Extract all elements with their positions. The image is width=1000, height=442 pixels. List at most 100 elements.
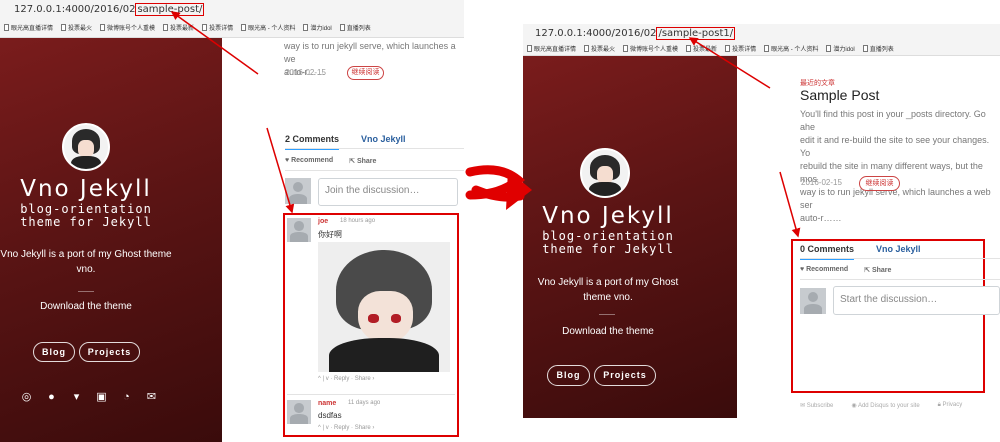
page-icon <box>527 45 532 52</box>
subscribe-link[interactable]: ✉ Subscribe <box>800 402 833 409</box>
bookmark-item[interactable]: 投票最新 <box>686 44 717 53</box>
comment-author[interactable]: name <box>318 400 336 407</box>
sidebar: Vno Jekyll blog-orientation theme for Je… <box>523 56 737 418</box>
disqus-divider <box>800 279 1000 280</box>
google-plus-icon[interactable]: ▣ <box>95 392 108 403</box>
bookmark-item[interactable]: 投票最火 <box>61 23 92 32</box>
recommend-button[interactable]: ♥ Recommend <box>800 266 848 274</box>
site-subtitle: blog-orientation theme for Jekyll <box>20 202 152 229</box>
add-disqus-label: Add Disqus to your site <box>857 403 920 409</box>
post-title[interactable]: Sample Post <box>800 87 879 103</box>
download-link[interactable]: Download the theme <box>523 326 693 337</box>
share-icon: ⇱ <box>864 267 872 274</box>
bookmark-item[interactable]: 眼光高直播详情 <box>527 44 576 53</box>
avatar <box>62 123 110 171</box>
left-screenshot: 127.0.0.1:4000/2016/02 sample-post/ 眼光高直播… <box>0 0 464 442</box>
url-prefix: 127.0.0.1:4000/2016/02 <box>535 28 657 39</box>
blog-button[interactable]: Blog <box>33 342 75 362</box>
bookmark-item[interactable]: 投票详情 <box>202 23 233 32</box>
site-subtitle: blog-orientation theme for Jekyll <box>542 229 674 256</box>
bookmark-label: 投票详情 <box>209 26 234 32</box>
page-icon <box>4 24 9 31</box>
read-more-button[interactable]: 继续阅读 <box>859 176 900 191</box>
read-more-button[interactable]: 继续阅读 <box>347 66 384 80</box>
post-excerpt: You'll find this post in your _posts dir… <box>800 108 1000 225</box>
excerpt-line: way is to run jekyll serve, which launch… <box>284 41 456 65</box>
comment-image[interactable] <box>318 242 450 372</box>
address-bar[interactable]: 127.0.0.1:4000/2016/02 sample-post/ 眼光高直播… <box>0 0 464 38</box>
comment-time[interactable]: 18 hours ago <box>340 218 375 224</box>
share-button[interactable]: ⇱ Share <box>349 157 376 165</box>
site-description: Vno Jekyll is a port of my Ghost theme v… <box>0 249 172 275</box>
blog-button[interactable]: Blog <box>547 365 590 386</box>
page-icon <box>862 45 868 52</box>
mail-icon: ✉ <box>800 403 807 409</box>
bookmark-item[interactable]: 投票最新 <box>163 23 194 32</box>
page-icon <box>100 24 106 31</box>
recommend-button[interactable]: ♥ Recommend <box>285 157 333 165</box>
disqus-actions: ♥ Recommend ⇱ Share <box>285 157 376 165</box>
bookmark-label: 潜力idol <box>310 26 332 32</box>
projects-button[interactable]: Projects <box>594 365 656 386</box>
bookmark-item[interactable]: 微博账号个人重模 <box>100 23 155 32</box>
comment-input[interactable]: Start the discussion… <box>833 286 1000 315</box>
sidebar-divider <box>599 314 615 315</box>
add-disqus-link[interactable]: ◉ Add Disqus to your site <box>851 402 919 409</box>
site-title[interactable]: Vno Jekyll <box>0 176 172 202</box>
rss-icon[interactable]: ◔ <box>120 392 133 403</box>
url-highlight: /sample-post1/ <box>656 27 736 40</box>
bookmark-item[interactable]: 投票详情 <box>725 44 756 53</box>
right-screenshot: 127.0.0.1:4000/2016/02/sample-post1/ 眼光高… <box>523 24 1000 442</box>
comment-meta[interactable]: ^ | v · Reply · Share › <box>318 376 374 382</box>
twitter-icon[interactable]: ▾ <box>70 392 83 403</box>
excerpt-line: way is to run jekyll serve, which launch… <box>800 187 991 211</box>
weibo-icon[interactable]: ◎ <box>20 392 33 403</box>
bookmark-item[interactable]: 微博账号个人重模 <box>623 44 678 53</box>
download-link[interactable]: Download the theme <box>0 301 172 312</box>
page-icon <box>163 24 169 31</box>
github-icon[interactable]: ● <box>45 392 58 403</box>
comment-avatar <box>287 400 311 424</box>
bookmark-item[interactable]: 眼光高直播详情 <box>4 23 53 32</box>
bookmark-item[interactable]: 潜力idol <box>826 44 855 53</box>
bookmark-item[interactable]: 直播列表 <box>862 44 894 53</box>
bookmark-item[interactable]: 眼光高 - 个人资料 <box>241 23 295 32</box>
comment-author[interactable]: joe <box>318 218 328 225</box>
bookmark-label: 眼光高直播详情 <box>534 47 577 53</box>
bookmark-item[interactable]: 直播列表 <box>339 23 371 32</box>
bookmark-item[interactable]: 眼光高 - 个人资料 <box>764 44 818 53</box>
page-icon <box>61 24 67 31</box>
projects-button[interactable]: Projects <box>79 342 140 362</box>
comment-divider <box>287 394 455 395</box>
avatar-placeholder <box>285 178 311 204</box>
bookmarks-bar: 眼光高直播详情 投票最火 微博账号个人重模 投票最新 投票详情 眼光高 - 个人资料 潜力i… <box>527 44 894 53</box>
page-icon <box>623 45 629 52</box>
comment-text: dsdfas <box>318 411 342 420</box>
share-label: Share <box>871 267 892 274</box>
comment-meta[interactable]: ^ | v · Reply · Share › <box>318 425 374 431</box>
address-bar[interactable]: 127.0.0.1:4000/2016/02/sample-post1/ 眼光高… <box>523 24 1000 56</box>
bookmark-label: 眼光高 - 个人资料 <box>771 47 819 53</box>
bookmark-item[interactable]: 潜力idol <box>303 23 332 32</box>
mail-icon[interactable]: ✉ <box>145 392 158 403</box>
recommend-label: Recommend <box>291 157 334 164</box>
avatar <box>580 148 630 198</box>
excerpt-line: You'll find this post in your _posts dir… <box>800 109 986 133</box>
site-title[interactable]: Vno Jekyll <box>523 203 693 229</box>
bookmarks-bar: 眼光高直播详情 投票最火 微博账号个人重模 投票最新 投票详情 眼光高 - 个人资料 潜力i… <box>4 23 371 32</box>
url-text[interactable]: 127.0.0.1:4000/2016/02 sample-post/ <box>14 3 205 16</box>
bookmark-label: 微博账号个人重模 <box>107 26 156 32</box>
share-button[interactable]: ⇱ Share <box>864 266 891 274</box>
page-icon <box>686 45 692 52</box>
disqus-divider <box>800 258 1000 259</box>
bookmark-label: 直播列表 <box>346 26 371 32</box>
bookmark-item[interactable]: 投票最火 <box>584 44 615 53</box>
comment-text: 你好啊 <box>318 230 342 239</box>
url-text[interactable]: 127.0.0.1:4000/2016/02/sample-post1/ <box>535 27 736 40</box>
comment-input[interactable]: Join the discussion… <box>318 178 458 206</box>
comment-time[interactable]: 11 days ago <box>348 400 380 406</box>
bookmark-label: 微博账号个人重模 <box>630 47 679 53</box>
page-icon <box>584 45 590 52</box>
privacy-link[interactable]: 🔒︎ Privacy <box>938 402 963 409</box>
bookmark-label: 潜力idol <box>833 47 855 53</box>
